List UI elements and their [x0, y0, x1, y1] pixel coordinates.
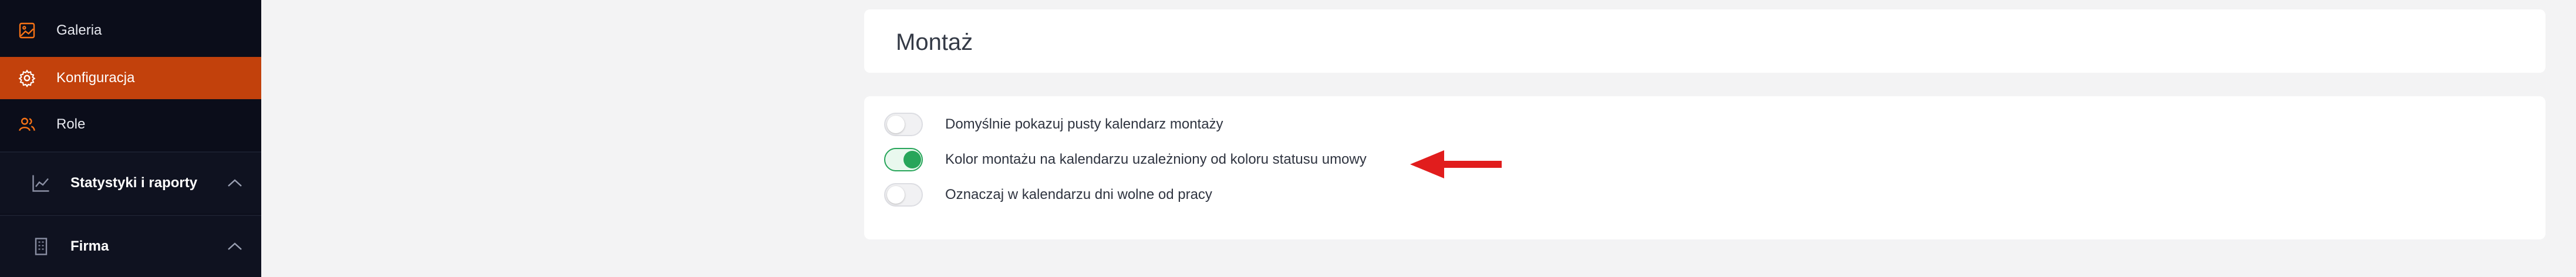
- option-row: Domyślnie pokazuj pusty kalendarz montaż…: [884, 110, 1223, 138]
- sidebar-section-statystyki[interactable]: Statystyki i raporty: [0, 153, 261, 214]
- option-label: Oznaczaj w kalendarzu dni wolne od pracy: [945, 187, 1212, 202]
- gear-icon: [18, 69, 36, 87]
- sidebar-item-label: Role: [56, 116, 86, 132]
- annotation-arrow-icon: [1410, 150, 1502, 178]
- options-card: Domyślnie pokazuj pusty kalendarz montaż…: [864, 96, 2545, 239]
- image-icon: [19, 22, 35, 39]
- page-title: Montaż: [896, 29, 973, 55]
- section-header-card: Montaż: [864, 9, 2545, 73]
- option-label: Kolor montażu na kalendarzu uzależniony …: [945, 151, 1367, 167]
- toggle-switch[interactable]: [884, 148, 923, 171]
- toggle-knob: [887, 116, 905, 133]
- sidebar-item-label: Konfiguracja: [56, 70, 135, 86]
- toggle-knob: [887, 186, 905, 204]
- option-row: Oznaczaj w kalendarzu dni wolne od pracy: [884, 181, 1212, 209]
- sidebar-item-label: Galeria: [56, 22, 102, 38]
- sidebar-item-konfiguracja[interactable]: Konfiguracja: [0, 57, 261, 99]
- option-row: Kolor montażu na kalendarzu uzależniony …: [884, 146, 1367, 174]
- chevron-up-icon[interactable]: [226, 241, 244, 252]
- toggle-knob: [903, 151, 921, 168]
- sidebar: Galeria Konfiguracja Role Statystyki i r…: [0, 0, 261, 277]
- option-label: Domyślnie pokazuj pusty kalendarz montaż…: [945, 116, 1223, 132]
- sidebar-item-role[interactable]: Role: [0, 103, 261, 146]
- sidebar-section-label: Firma: [70, 238, 109, 254]
- sidebar-section-firma[interactable]: Firma: [0, 216, 261, 277]
- toggle-switch[interactable]: [884, 183, 923, 207]
- toggle-switch[interactable]: [884, 113, 923, 136]
- users-icon: [19, 117, 35, 131]
- chart-icon: [32, 175, 49, 192]
- sidebar-section-label: Statystyki i raporty: [70, 175, 198, 191]
- chevron-up-icon[interactable]: [226, 177, 244, 189]
- sidebar-item-galeria[interactable]: Galeria: [0, 9, 261, 52]
- building-icon: [35, 238, 48, 255]
